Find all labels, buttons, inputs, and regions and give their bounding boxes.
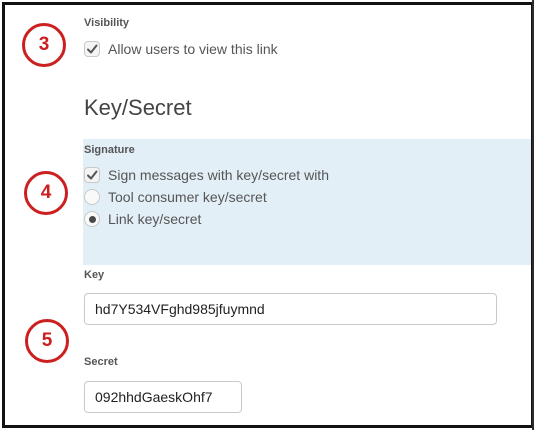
checkmark-icon [87, 44, 98, 54]
allow-users-view-label: Allow users to view this link [108, 41, 278, 57]
annotation-badge-3: 3 [22, 23, 66, 67]
link-key-radio[interactable] [84, 211, 100, 227]
sign-messages-checkbox[interactable] [84, 167, 100, 183]
annotation-badge-5: 5 [25, 319, 69, 363]
allow-users-view-checkbox[interactable] [84, 41, 100, 57]
key-input[interactable]: hd7Y534VFghd985jfuymnd [84, 293, 497, 325]
tool-consumer-label: Tool consumer key/secret [108, 189, 267, 205]
secret-input[interactable]: 092hhdGaeskOhf7 [84, 381, 242, 413]
window-border [532, 0, 534, 430]
allow-users-view-row[interactable]: Allow users to view this link [84, 41, 278, 57]
tool-consumer-radio-row[interactable]: Tool consumer key/secret [84, 189, 267, 205]
secret-label: Secret [84, 356, 118, 368]
tool-consumer-radio[interactable] [84, 189, 100, 205]
sign-messages-row[interactable]: Sign messages with key/secret with [84, 167, 329, 183]
settings-panel: Visibility Allow users to view this link… [2, 2, 534, 428]
annotation-badge-4: 4 [24, 171, 68, 215]
key-secret-heading: Key/Secret [84, 95, 192, 120]
visibility-label: Visibility [84, 17, 130, 29]
radio-selected-dot-icon [88, 215, 96, 223]
checkmark-icon [87, 170, 98, 180]
key-label: Key [84, 269, 105, 281]
sign-messages-label: Sign messages with key/secret with [108, 167, 329, 183]
signature-label: Signature [84, 144, 135, 156]
link-key-label: Link key/secret [108, 211, 202, 227]
link-key-radio-row[interactable]: Link key/secret [84, 211, 201, 227]
